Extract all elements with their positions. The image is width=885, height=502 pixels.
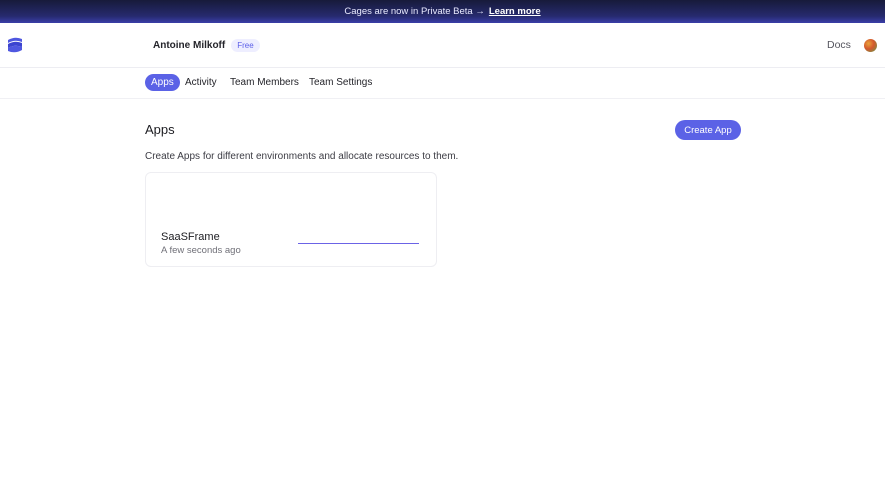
team-switcher[interactable]: Antoine Milkoff Free [153,39,260,52]
team-name: Antoine Milkoff [153,40,226,51]
app-card[interactable]: SaaSFrame A few seconds ago [145,172,437,267]
brand-logo-icon[interactable] [5,35,25,55]
app-updated-time: A few seconds ago [161,245,241,256]
tab-team-members[interactable]: Team Members [224,74,305,91]
app-name: SaaSFrame [161,231,220,243]
announcement-banner: Cages are now in Private Beta → Learn mo… [0,0,885,23]
app-status-bar [298,243,419,244]
top-header: Antoine Milkoff Free Docs [0,23,885,68]
page-title: Apps [145,122,175,137]
tab-activity[interactable]: Activity [179,74,223,91]
user-avatar[interactable] [864,39,877,52]
docs-link[interactable]: Docs [827,39,851,51]
tab-apps[interactable]: Apps [145,74,180,91]
banner-text: Cages are now in Private Beta → [344,6,485,17]
tab-team-settings[interactable]: Team Settings [303,74,378,91]
learn-more-link[interactable]: Learn more [489,6,541,17]
plan-badge: Free [231,39,260,52]
create-app-button[interactable]: Create App [675,120,741,140]
tab-bar: Apps Activity Team Members Team Settings [0,69,885,99]
page-description: Create Apps for different environments a… [145,151,459,162]
